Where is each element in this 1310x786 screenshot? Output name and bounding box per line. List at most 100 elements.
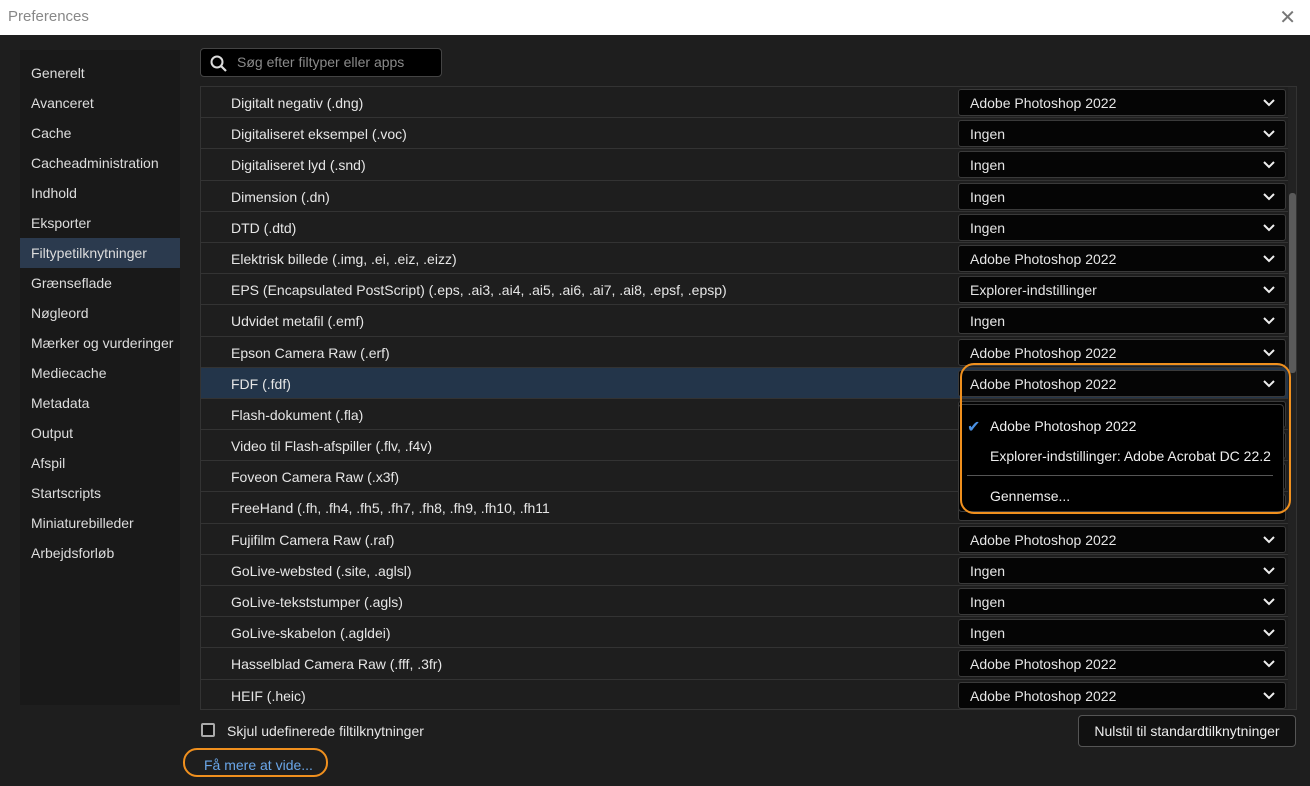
file-type-name: DTD (.dtd) bbox=[231, 219, 297, 236]
app-select-value: Adobe Photoshop 2022 bbox=[970, 344, 1117, 361]
app-select[interactable]: Adobe Photoshop 2022 bbox=[958, 525, 1286, 553]
app-select[interactable]: Ingen bbox=[958, 556, 1286, 584]
file-type-name: EPS (Encapsulated PostScript) (.eps, .ai… bbox=[231, 282, 727, 299]
app-select[interactable]: Ingen bbox=[958, 307, 1286, 335]
app-select[interactable]: Adobe Photoshop 2022 bbox=[958, 681, 1286, 709]
search-input[interactable] bbox=[237, 54, 437, 70]
file-type-name: Foveon Camera Raw (.x3f) bbox=[231, 469, 400, 486]
file-type-name: Udvidet metafil (.emf) bbox=[231, 313, 365, 330]
sidebar-item[interactable]: Output bbox=[20, 418, 180, 448]
reset-defaults-button[interactable]: Nulstil til standardtilknytninger bbox=[1078, 715, 1296, 747]
sidebar-item[interactable]: Mærker og vurderinger bbox=[20, 328, 180, 358]
table-row[interactable]: GoLive-skabelon (.agldei) Ingen bbox=[201, 617, 1296, 649]
app-select-value: Adobe Photoshop 2022 bbox=[970, 95, 1117, 111]
file-type-name: Elektrisk billede (.img, .ei, .eiz, .eiz… bbox=[231, 250, 457, 267]
chevron-down-icon bbox=[1263, 224, 1275, 232]
table-row[interactable]: Digitaliseret lyd (.snd) Ingen bbox=[201, 149, 1296, 181]
file-type-name: Video til Flash-afspiller (.flv, .f4v) bbox=[231, 438, 432, 455]
sidebar-item[interactable]: Grænseflade bbox=[20, 268, 180, 298]
table-row[interactable]: GoLive-tekststumper (.agls) Ingen bbox=[201, 586, 1296, 618]
sidebar-item[interactable]: Cache bbox=[20, 118, 180, 148]
file-type-name: Epson Camera Raw (.erf) bbox=[231, 344, 390, 361]
hide-undefined-checkbox[interactable] bbox=[201, 723, 215, 737]
table-row[interactable]: Elektrisk billede (.img, .ei, .eiz, .eiz… bbox=[201, 242, 1296, 275]
table-row[interactable]: HEIF (.heic) Adobe Photoshop 2022 bbox=[201, 679, 1296, 709]
file-type-name: Digitaliseret lyd (.snd) bbox=[231, 157, 366, 174]
close-icon[interactable]: ✕ bbox=[1279, 5, 1296, 30]
sidebar-item[interactable]: Generelt bbox=[20, 58, 180, 88]
table-row[interactable]: Dimension (.dn) Ingen bbox=[201, 180, 1296, 212]
window-title: Preferences bbox=[8, 8, 89, 25]
app-select-value: Explorer-indstillinger bbox=[970, 282, 1097, 299]
sidebar-item[interactable]: Nøgleord bbox=[20, 298, 180, 328]
scrollbar-thumb[interactable] bbox=[1289, 193, 1296, 373]
app-select[interactable]: Ingen bbox=[958, 151, 1286, 179]
app-select[interactable]: Ingen bbox=[958, 182, 1286, 210]
app-select[interactable]: Explorer-indstillinger bbox=[958, 276, 1286, 304]
chevron-down-icon bbox=[1263, 567, 1275, 575]
sidebar-item[interactable]: Miniaturebilleder bbox=[20, 508, 180, 538]
sidebar-item[interactable]: Cacheadministration bbox=[20, 148, 180, 178]
app-select-value: Adobe Photoshop 2022 bbox=[970, 250, 1117, 267]
sidebar-item[interactable]: Indhold bbox=[20, 178, 180, 208]
app-select-value: Adobe Photoshop 2022 bbox=[970, 687, 1117, 704]
sidebar: Generelt Avanceret Cache Cacheadministratio… bbox=[20, 50, 180, 705]
sidebar-item[interactable]: Avanceret bbox=[20, 88, 180, 118]
file-type-name: FDF (.fdf) bbox=[231, 375, 291, 392]
sidebar-item[interactable]: Afspil bbox=[20, 448, 180, 478]
chevron-down-icon bbox=[1263, 598, 1275, 606]
chevron-down-icon bbox=[1263, 691, 1275, 699]
chevron-down-icon bbox=[1263, 161, 1275, 169]
file-type-name: Dimension (.dn) bbox=[231, 188, 330, 205]
highlight-ring-link bbox=[183, 748, 328, 777]
hide-undefined-label: Skjul udefinerede filtilknytninger bbox=[227, 723, 424, 739]
sidebar-item[interactable]: Startscripts bbox=[20, 478, 180, 508]
table-row[interactable]: GoLive-websted (.site, .aglsl) Ingen bbox=[201, 554, 1296, 586]
file-type-name: Fujifilm Camera Raw (.raf) bbox=[231, 531, 395, 548]
app-select[interactable]: Adobe Photoshop 2022 bbox=[958, 89, 1286, 116]
table-row[interactable]: EPS (Encapsulated PostScript) (.eps, .ai… bbox=[201, 274, 1296, 306]
chevron-down-icon bbox=[1263, 317, 1275, 325]
table-row[interactable]: Digitalt negativ (.dng) Adobe Photoshop 2… bbox=[201, 87, 1296, 119]
chevron-down-icon bbox=[1263, 660, 1275, 668]
sidebar-item[interactable]: Eksporter bbox=[20, 208, 180, 238]
app-select[interactable]: Ingen bbox=[958, 619, 1286, 647]
app-select[interactable]: Ingen bbox=[958, 120, 1286, 148]
search-box[interactable] bbox=[200, 48, 442, 77]
app-select[interactable]: Ingen bbox=[958, 213, 1286, 241]
app-select-value: Ingen bbox=[970, 313, 1006, 330]
app-select[interactable]: Ingen bbox=[958, 588, 1286, 615]
app-select-value: Ingen bbox=[970, 625, 1006, 642]
chevron-down-icon bbox=[1263, 535, 1275, 544]
sidebar-item[interactable]: Filtypetilknytninger bbox=[20, 238, 180, 268]
chevron-down-icon bbox=[1263, 348, 1275, 356]
file-type-name: GoLive-tekststumper (.agls) bbox=[231, 594, 403, 610]
app-select[interactable]: Adobe Photoshop 2022 bbox=[958, 338, 1286, 366]
table-row[interactable]: Hasselblad Camera Raw (.fff, .3fr) Adobe … bbox=[201, 648, 1296, 680]
sidebar-item[interactable]: Mediecache bbox=[20, 358, 180, 388]
file-type-name: Digitalt negativ (.dng) bbox=[231, 95, 364, 111]
sidebar-item[interactable]: Arbejdsforløb bbox=[20, 538, 180, 568]
file-type-name: GoLive-websted (.site, .aglsl) bbox=[231, 562, 412, 579]
sidebar-item[interactable]: Metadata bbox=[20, 388, 180, 418]
app-select-value: Adobe Photoshop 2022 bbox=[970, 531, 1117, 548]
app-select-value: Ingen bbox=[970, 188, 1006, 205]
file-type-name: HEIF (.heic) bbox=[231, 687, 306, 704]
table-row[interactable]: Fujifilm Camera Raw (.raf) Adobe Photosho… bbox=[201, 523, 1296, 555]
app-select-value: Ingen bbox=[970, 562, 1006, 579]
table-row[interactable]: DTD (.dtd) Ingen bbox=[201, 211, 1296, 243]
table-row[interactable]: Udvidet metafil (.emf) Ingen bbox=[201, 305, 1296, 337]
chevron-down-icon bbox=[1263, 255, 1275, 263]
file-type-name: GoLive-skabelon (.agldei) bbox=[231, 625, 391, 642]
app-select-value: Ingen bbox=[970, 594, 1006, 610]
app-select[interactable]: Adobe Photoshop 2022 bbox=[958, 244, 1286, 272]
highlight-ring-dropdown bbox=[960, 363, 1291, 514]
file-type-name: Flash-dokument (.fla) bbox=[231, 406, 364, 423]
app-select-value: Ingen bbox=[970, 157, 1006, 174]
app-select-value: Adobe Photoshop 2022 bbox=[970, 656, 1117, 673]
app-select[interactable]: Adobe Photoshop 2022 bbox=[958, 650, 1286, 678]
title-bar: Preferences ✕ bbox=[0, 0, 1310, 35]
table-row[interactable]: Digitaliseret eksempel (.voc) Ingen bbox=[201, 118, 1296, 150]
chevron-down-icon bbox=[1263, 99, 1275, 107]
app-select-value: Ingen bbox=[970, 219, 1006, 236]
